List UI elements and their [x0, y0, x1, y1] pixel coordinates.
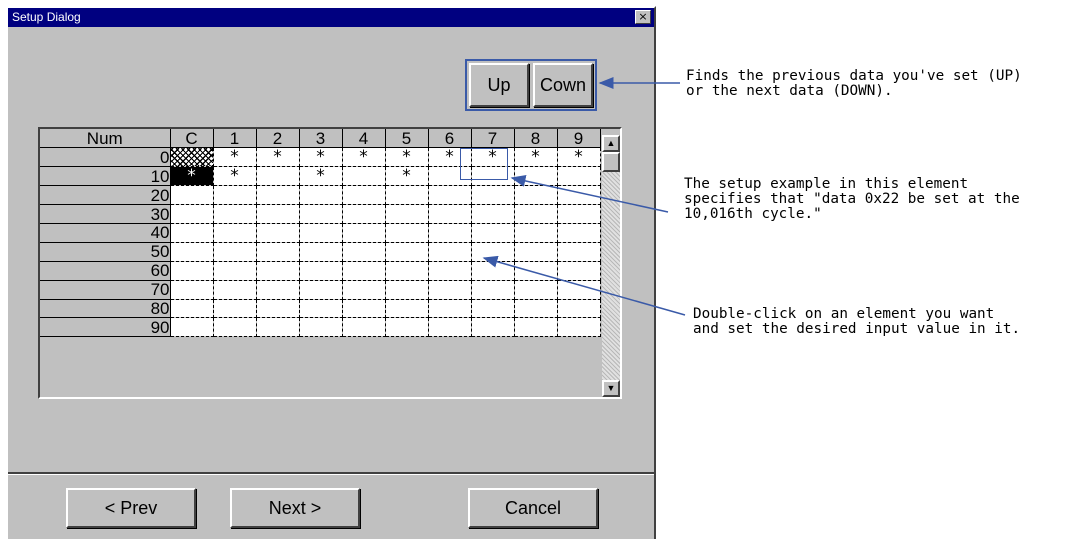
- dblclick-annotation: Double-click on an element you want and …: [693, 306, 1021, 337]
- element-arrow: [510, 175, 669, 213]
- element-annotation: The setup example in this element specif…: [684, 176, 1020, 222]
- dblclick-arrow: [482, 255, 686, 316]
- updown-annotation: Finds the previous data you've set (UP) …: [686, 68, 1022, 99]
